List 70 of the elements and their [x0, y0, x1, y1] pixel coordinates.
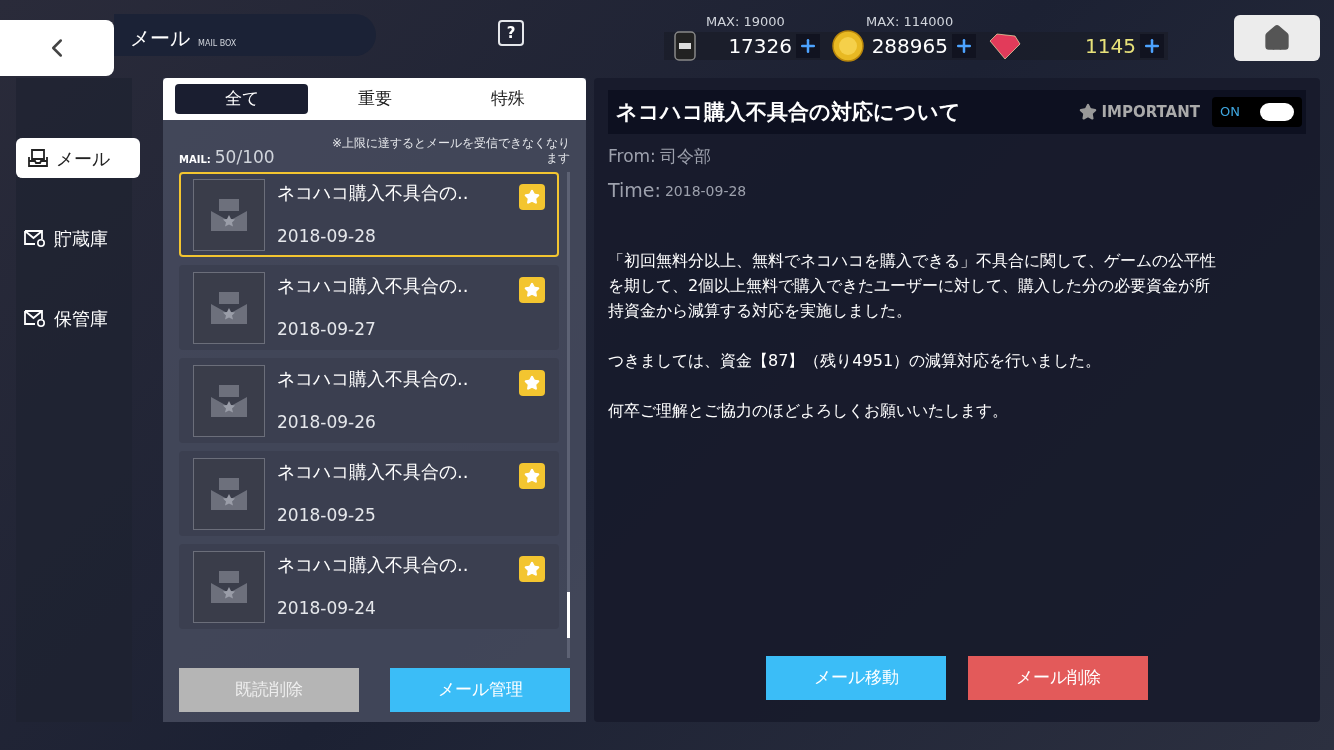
resource-amount: 288965: [870, 33, 948, 60]
mail-title: ネコハコ購入不具合の..: [277, 553, 470, 578]
toggle-label: ON: [1220, 103, 1240, 122]
mail-date: 2018-09-26: [277, 411, 377, 435]
mail-body-paragraph: 「初回無料分以上、無料でネコハコを購入できる」不具合に関して、ゲームの公平性を期して、2個以上無料で購入できたユーザーに対して、購入した分の必要資金が所持資金から減算する対応を実施しました。: [608, 250, 1217, 322]
gem-icon: [988, 32, 1022, 60]
mail-star-icon: [209, 382, 249, 419]
max-label: MAX: 19000: [706, 13, 785, 31]
star-icon: [1079, 103, 1098, 121]
page-title: メール: [130, 28, 190, 48]
filter-tab[interactable]: 全て: [175, 84, 308, 114]
mail-time: 2018-09-28: [664, 182, 747, 201]
star-icon: [524, 375, 540, 391]
star-icon: [524, 189, 540, 205]
mail-item[interactable]: ネコハコ購入不具合の.. 2018-09-24: [179, 544, 559, 629]
page-subtitle: MAIL BOX: [198, 40, 237, 48]
mail-date: 2018-09-27: [277, 318, 377, 342]
mail-limit-notice: ※上限に達するとメールを受信できなくなります: [330, 136, 570, 166]
plus-icon: [954, 36, 974, 56]
mail-count: 50/100: [214, 149, 275, 166]
add-button[interactable]: [1140, 34, 1164, 58]
scroll-thumb: [567, 592, 570, 638]
coin-icon: [832, 30, 864, 62]
toggle-knob: [1260, 103, 1294, 121]
star-icon: [524, 282, 540, 298]
envelope-icon: [24, 229, 46, 247]
mail-body-paragraph: 何卒ご理解とご協力のほどよろしくお願いいたします。: [608, 400, 1009, 422]
sidebar-item[interactable]: 貯蔵庫: [16, 218, 140, 258]
mail-subject: ネコハコ購入不具合の対応について: [616, 98, 961, 127]
envelope-icon: [24, 309, 46, 327]
sidebar-item[interactable]: メール: [16, 138, 140, 178]
home-icon: [1263, 24, 1291, 52]
mail-title: ネコハコ購入不具合の..: [277, 367, 470, 392]
inbox-icon: [28, 149, 48, 167]
important-label: IMPORTANT: [1101, 101, 1200, 123]
mail-item[interactable]: ネコハコ購入不具合の.. 2018-09-26: [179, 358, 559, 443]
mail-item[interactable]: ネコハコ購入不具合の.. 2018-09-28: [179, 172, 559, 257]
mail-star-icon: [209, 289, 249, 326]
mail-item[interactable]: ネコハコ購入不具合の.. 2018-09-25: [179, 451, 559, 536]
mail-title: ネコハコ購入不具合の..: [277, 274, 470, 299]
resource-amount: 17326: [727, 33, 792, 60]
mail-date: 2018-09-28: [277, 225, 377, 249]
add-button[interactable]: [952, 34, 976, 58]
mail-star-icon: [209, 568, 249, 605]
resource-amount: 1145: [1084, 33, 1136, 60]
plus-icon: [1142, 36, 1162, 56]
sidebar-item[interactable]: 保管庫: [16, 298, 140, 338]
delete-mail-button[interactable]: メール削除: [968, 656, 1148, 700]
mail-title: ネコハコ購入不具合の..: [277, 460, 470, 485]
mail-count-label: MAIL:: [179, 153, 211, 166]
help-button[interactable]: ?: [498, 20, 524, 46]
from-label: From:: [608, 145, 656, 168]
sender: 司令部: [659, 145, 711, 168]
mail-star-icon: [209, 475, 249, 512]
star-icon: [524, 468, 540, 484]
mail-body-paragraph: つきましては、資金【87】（残り4951）の減算対応を行いました。: [608, 350, 1103, 372]
mail-star-icon: [209, 196, 249, 233]
important-toggle[interactable]: ON: [1212, 97, 1302, 127]
time-label: Time:: [608, 177, 661, 203]
max-label: MAX: 114000: [866, 13, 954, 31]
mail-date: 2018-09-25: [277, 504, 377, 528]
filter-tab[interactable]: 特殊: [441, 84, 574, 114]
mail-title: ネコハコ購入不具合の..: [277, 181, 470, 206]
mail-date: 2018-09-24: [277, 597, 377, 621]
star-icon: [524, 561, 540, 577]
home-button[interactable]: [1234, 15, 1320, 61]
filter-tab[interactable]: 重要: [308, 84, 441, 114]
plus-icon: [798, 36, 818, 56]
mail-item[interactable]: ネコハコ購入不具合の.. 2018-09-27: [179, 265, 559, 350]
add-button[interactable]: [796, 34, 820, 58]
